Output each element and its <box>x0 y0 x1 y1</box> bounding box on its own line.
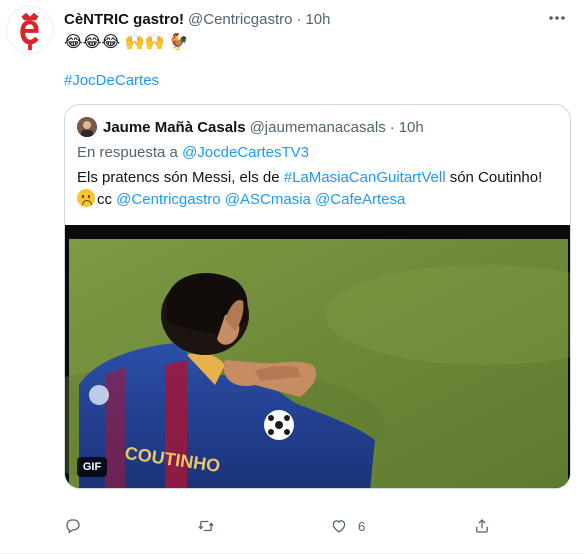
quoted-header: Jaume Mañà Casals @jaumemanacasals · 10h <box>77 117 424 137</box>
author-handle[interactable]: @Centricgastro <box>188 11 292 28</box>
mention-link[interactable]: @ASCmasia <box>225 191 311 208</box>
retweet-button[interactable] <box>197 514 215 538</box>
gif-badge: GIF <box>77 457 107 477</box>
share-button[interactable] <box>473 514 491 538</box>
quoted-avatar[interactable] <box>77 117 97 137</box>
quoted-text: Els pratencs són Messi, els de #LaMasiaC… <box>77 167 557 211</box>
quoted-tweet[interactable]: Jaume Mañà Casals @jaumemanacasals · 10h… <box>64 104 571 489</box>
heart-icon <box>330 517 348 535</box>
quoted-author-handle[interactable]: @jaumemanacasals <box>250 119 386 136</box>
share-icon <box>473 517 491 535</box>
tweet-emojis: 😂😂😂 🙌🙌 🐓 <box>64 34 189 51</box>
reply-icon <box>64 517 82 535</box>
like-count: 6 <box>358 518 366 534</box>
quoted-timestamp[interactable]: 10h <box>399 119 424 136</box>
author-name[interactable]: CèNTRIC gastro! <box>64 11 184 28</box>
tweet-timestamp[interactable]: 10h <box>305 11 330 28</box>
reply-to-handle[interactable]: @JocdeCartesTV3 <box>182 144 309 161</box>
hashtag-link[interactable]: #LaMasiaCanGuitartVell <box>284 169 446 186</box>
tweet-text: #JocDeCartes <box>64 71 159 91</box>
quoted-text-part-2: són Coutinho! <box>449 169 543 186</box>
retweet-icon <box>197 517 215 535</box>
more-icon[interactable] <box>545 8 569 28</box>
gif-media[interactable]: COUTINHO GIF <box>65 225 570 488</box>
separator-dot: · <box>296 10 302 28</box>
tweet-header: CèNTRIC gastro! @Centricgastro · 10h <box>64 9 330 29</box>
reply-prefix: En respuesta a <box>77 144 178 161</box>
separator-dot: · <box>389 118 395 136</box>
frowning-face-icon <box>77 189 95 207</box>
centric-logo-icon[interactable] <box>6 6 54 54</box>
hashtag-link[interactable]: #JocDeCartes <box>64 72 159 89</box>
mention-link[interactable]: @CafeArtesa <box>315 191 405 208</box>
cc-label: cc <box>97 191 112 208</box>
like-button[interactable]: 6 <box>330 514 365 538</box>
action-bar: 6 <box>64 514 524 538</box>
quoted-text-part-1: Els pratencs són Messi, els de <box>77 169 280 186</box>
quoted-author-name[interactable]: Jaume Mañà Casals <box>103 119 246 136</box>
reply-button[interactable] <box>64 514 82 538</box>
tweet[interactable]: CèNTRIC gastro! @Centricgastro · 10h 😂😂😂… <box>0 0 585 554</box>
mention-link[interactable]: @Centricgastro <box>116 191 220 208</box>
reply-context: En respuesta a @JocdeCartesTV3 <box>77 143 309 163</box>
